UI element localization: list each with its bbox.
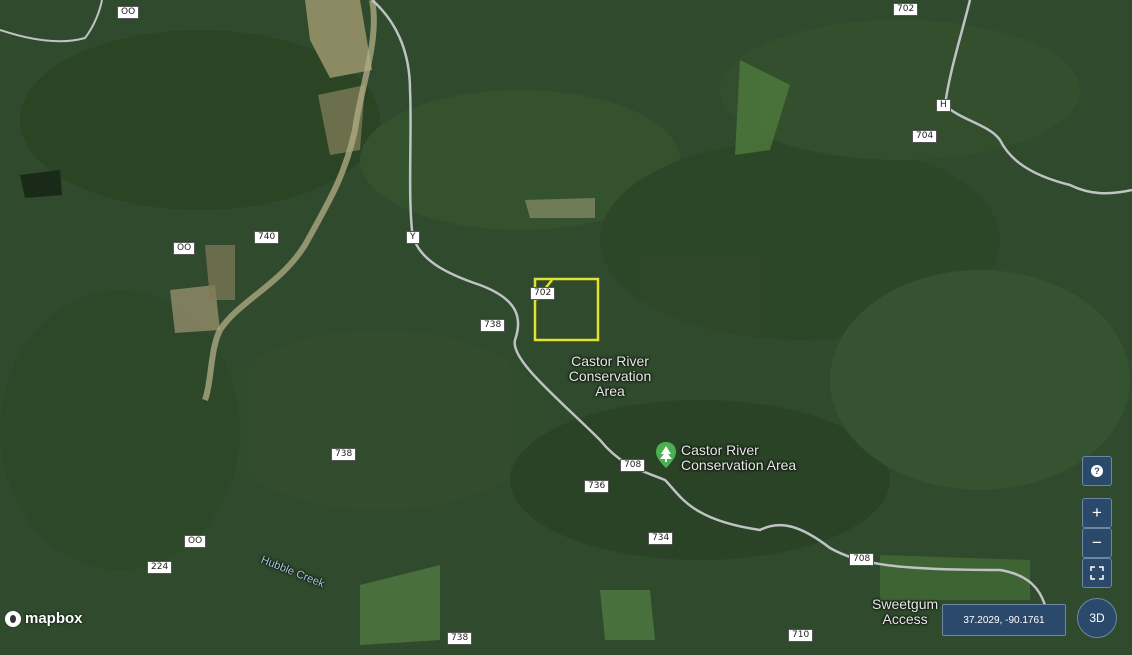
tree-icon (656, 442, 676, 468)
route-shield: 708 (620, 459, 646, 472)
area-label-line: Area (595, 383, 625, 399)
area-label: Castor River Conservation Area (555, 354, 665, 399)
mapbox-logo[interactable]: mapbox (5, 610, 83, 627)
fullscreen-button[interactable] (1082, 558, 1112, 588)
route-shield: OO (117, 6, 140, 19)
route-shield: 734 (648, 532, 674, 545)
route-shield: 704 (912, 130, 938, 143)
route-shield: 708 (849, 553, 875, 566)
route-shield: H (936, 99, 951, 112)
poi-label-line: Castor River (681, 442, 759, 458)
route-shield: 702 (530, 287, 556, 300)
satellite-map[interactable] (0, 0, 1132, 655)
route-shield: 224 (147, 561, 173, 574)
poi-label-line: Conservation Area (681, 457, 797, 473)
route-shield: 740 (254, 231, 280, 244)
zoom-out-button[interactable]: − (1082, 528, 1112, 558)
route-shield: 738 (447, 632, 473, 645)
help-button[interactable]: ? (1082, 456, 1112, 486)
area-label-line: Conservation (568, 368, 652, 384)
area-label-line: Castor River (571, 353, 649, 369)
route-shield: OO (184, 535, 207, 548)
route-shield: OO (173, 242, 196, 255)
route-shield: Y (406, 231, 420, 244)
route-shield: 738 (480, 319, 506, 332)
mapbox-logo-icon (5, 610, 21, 627)
sweetgum-label: Sweetgum Access (872, 597, 938, 627)
coordinates-display: 37.2029, -90.1761 (942, 604, 1066, 636)
poi-marker[interactable] (656, 442, 676, 473)
fullscreen-icon (1090, 566, 1104, 580)
help-icon: ? (1091, 465, 1103, 477)
route-shield: 702 (893, 3, 919, 16)
route-shield: 710 (788, 629, 814, 642)
sweetgum-label-line: Access (882, 611, 928, 627)
3d-toggle-button[interactable]: 3D (1077, 598, 1117, 638)
route-shield: 738 (331, 448, 357, 461)
zoom-in-button[interactable]: + (1082, 498, 1112, 528)
mapbox-logo-text: mapbox (25, 610, 83, 627)
route-shield: 736 (584, 480, 610, 493)
sweetgum-label-line: Sweetgum (872, 596, 939, 612)
poi-label[interactable]: Castor River Conservation Area (681, 443, 796, 473)
